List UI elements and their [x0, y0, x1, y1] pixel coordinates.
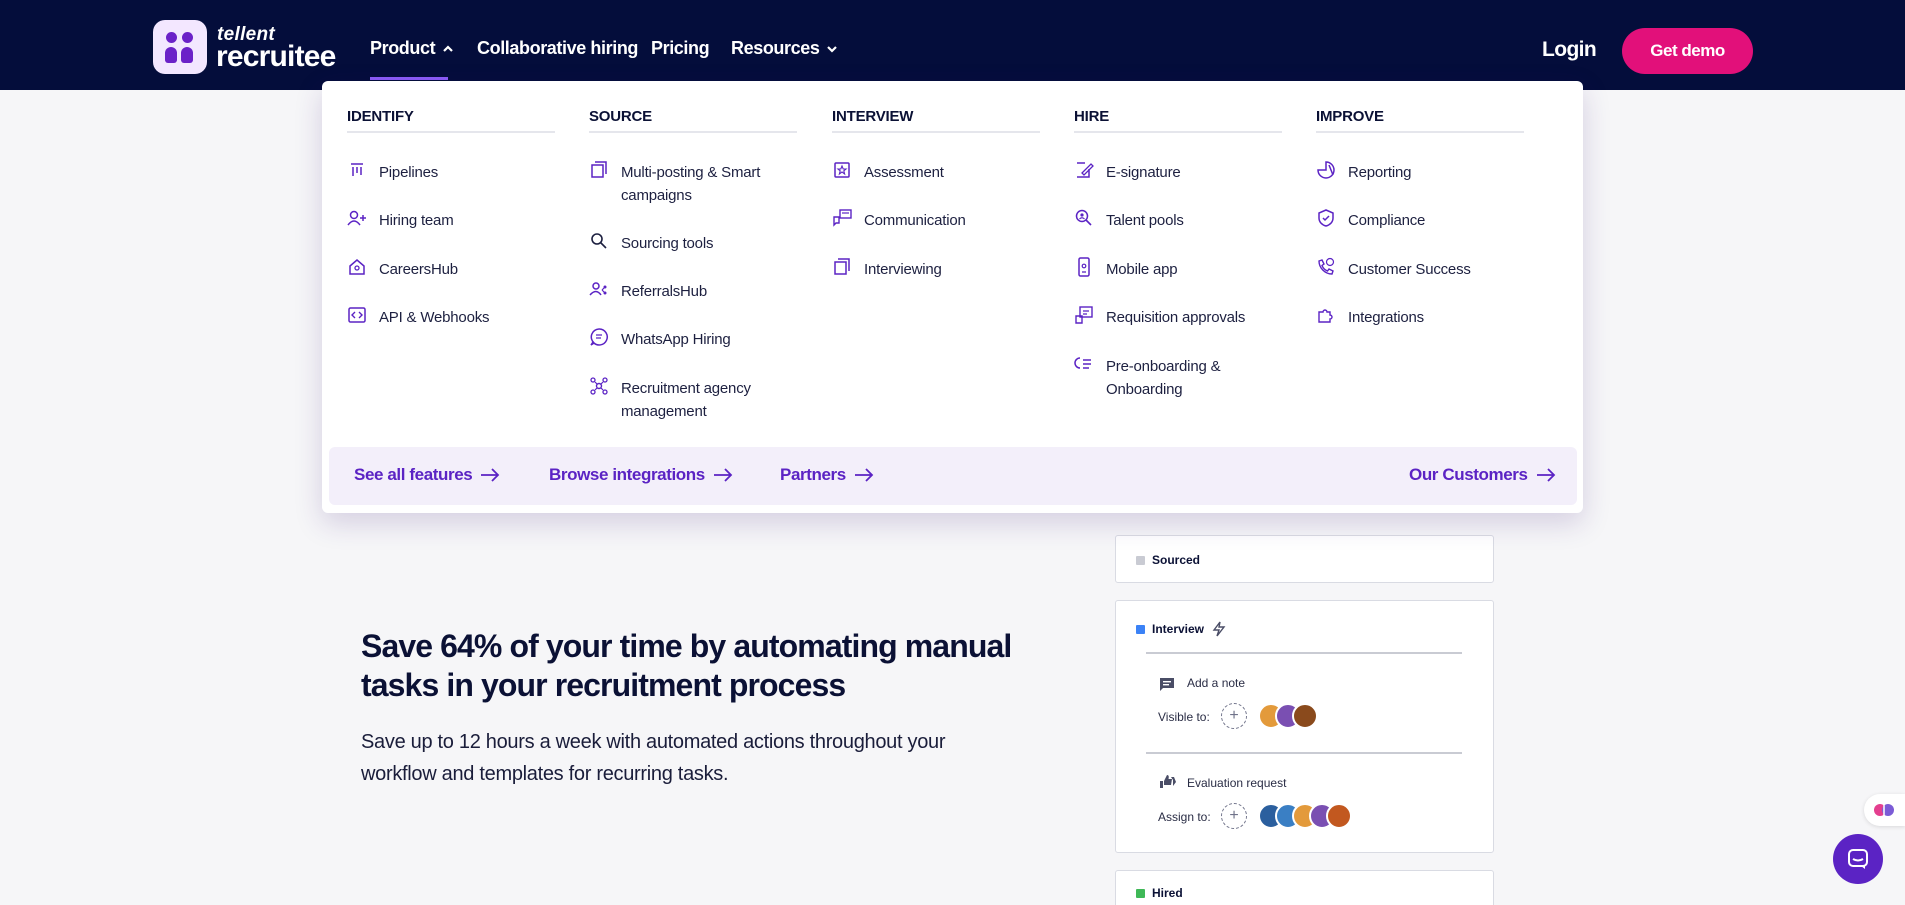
note-icon — [1160, 678, 1174, 691]
menu-footer: See all features Browse integrations Par… — [329, 447, 1577, 505]
approval-icon — [1074, 305, 1094, 325]
arrow-right-icon — [854, 468, 874, 482]
arrow-right-icon — [713, 468, 733, 482]
menu-item-whatsapp-hiring[interactable]: WhatsApp Hiring — [589, 328, 799, 351]
menu-item-api-webhooks[interactable]: API & Webhooks — [347, 306, 557, 329]
feature-headline: Save 64% of your time by automating manu… — [361, 628, 1012, 703]
brain-icon — [1874, 804, 1894, 816]
get-demo-button[interactable]: Get demo — [1622, 28, 1753, 74]
mobile-icon — [1074, 257, 1094, 277]
search-person-icon — [1074, 208, 1094, 228]
nav-collaborative-hiring[interactable]: Collaborative hiring — [477, 38, 638, 59]
arrow-right-icon — [1536, 468, 1555, 482]
nav-pricing[interactable]: Pricing — [651, 38, 710, 59]
add-note-label: Add a note — [1187, 676, 1246, 690]
thumbs-icon — [1160, 775, 1176, 788]
stage-card-sourced: Sourced — [1115, 535, 1494, 583]
menu-item-multi-posting[interactable]: Multi-posting & Smart campaigns — [589, 161, 799, 207]
stage-label-hired: Hired — [1152, 886, 1183, 900]
partners-link[interactable]: Partners — [780, 465, 874, 485]
assign-to-label: Assign to: — [1158, 810, 1211, 824]
add-person-icon — [347, 208, 367, 228]
brain-widget-button[interactable] — [1864, 794, 1905, 826]
chat-icon — [589, 327, 609, 347]
careers-home-icon — [347, 257, 367, 277]
message-icon — [832, 208, 852, 228]
column-heading: IMPROVE — [1316, 108, 1524, 133]
stage-card-hired: Hired — [1115, 870, 1494, 905]
site-header: tellent recruitee Product Collaborative … — [0, 0, 1905, 90]
menu-item-pipelines[interactable]: Pipelines — [347, 161, 557, 184]
stage-color-marker — [1136, 888, 1145, 898]
column-heading: INTERVIEW — [832, 108, 1040, 133]
visible-to-label: Visible to: — [1158, 710, 1210, 724]
menu-item-integrations[interactable]: Integrations — [1316, 306, 1526, 329]
copy-icon — [589, 160, 609, 180]
puzzle-icon — [1316, 305, 1336, 325]
column-heading: IDENTIFY — [347, 108, 555, 133]
avatar — [1292, 703, 1318, 729]
network-icon — [589, 376, 609, 396]
referral-icon — [589, 279, 609, 299]
pipelines-icon — [347, 160, 367, 180]
stage-label-sourced: Sourced — [1152, 553, 1201, 567]
chevron-up-icon — [443, 45, 453, 52]
menu-item-assessment[interactable]: Assessment — [832, 161, 1042, 184]
pie-chart-icon — [1316, 160, 1336, 180]
nav-product[interactable]: Product — [370, 38, 454, 59]
stage-color-marker — [1136, 624, 1145, 634]
sign-icon — [1074, 160, 1094, 180]
browse-integrations-link[interactable]: Browse integrations — [549, 465, 733, 485]
copy-icon — [832, 257, 852, 277]
add-assignee-button[interactable]: + — [1221, 803, 1247, 829]
menu-item-e-signature[interactable]: E-signature — [1074, 161, 1284, 184]
nav-resources[interactable]: Resources — [731, 38, 838, 59]
shield-check-icon — [1316, 208, 1336, 228]
brand-recruitee[interactable]: recruitee — [216, 40, 336, 74]
menu-item-communication[interactable]: Communication — [832, 209, 1042, 232]
our-customers-link[interactable]: Our Customers — [1409, 465, 1556, 485]
add-viewer-button[interactable]: + — [1221, 703, 1247, 729]
column-heading: HIRE — [1074, 108, 1282, 133]
search-icon — [589, 231, 609, 251]
checklist-icon — [1074, 354, 1094, 374]
nav-active-indicator — [370, 77, 448, 80]
menu-item-referralshub[interactable]: ReferralsHub — [589, 280, 799, 303]
recruitee-logo[interactable] — [153, 20, 207, 74]
chat-launcher-button[interactable] — [1833, 834, 1883, 884]
chat-icon — [1848, 849, 1868, 869]
divider — [1146, 652, 1462, 654]
login-link[interactable]: Login — [1542, 38, 1597, 62]
stage-color-marker — [1136, 555, 1145, 565]
star-box-icon — [832, 160, 852, 180]
menu-item-reporting[interactable]: Reporting — [1316, 161, 1526, 184]
chevron-down-icon — [827, 46, 837, 53]
stage-card-interview: Interview Add a note Visible to: + Evalu… — [1115, 600, 1494, 853]
menu-item-recruitment-agency-management[interactable]: Recruitment agency management — [589, 377, 799, 423]
phone-support-icon — [1316, 257, 1336, 277]
avatar — [1326, 803, 1352, 829]
menu-item-talent-pools[interactable]: Talent pools — [1074, 209, 1284, 232]
stage-label-interview: Interview — [1152, 622, 1205, 636]
code-icon — [347, 305, 367, 325]
menu-item-pre-onboarding[interactable]: Pre-onboarding & Onboarding — [1074, 355, 1284, 401]
menu-item-requisition-approvals[interactable]: Requisition approvals — [1074, 306, 1284, 329]
menu-item-hiring-team[interactable]: Hiring team — [347, 209, 557, 232]
menu-item-interviewing[interactable]: Interviewing — [832, 258, 1042, 281]
menu-item-customer-success[interactable]: Customer Success — [1316, 257, 1526, 281]
column-heading: SOURCE — [589, 108, 797, 133]
arrow-right-icon — [481, 468, 500, 482]
menu-item-compliance[interactable]: Compliance — [1316, 209, 1526, 232]
feature-subtext: Save up to 12 hours a week with automate… — [361, 731, 946, 785]
evaluation-request-label: Evaluation request — [1187, 776, 1287, 790]
menu-item-careershub[interactable]: CareersHub — [347, 258, 557, 281]
menu-item-sourcing-tools[interactable]: Sourcing tools — [589, 232, 799, 255]
menu-item-mobile-app[interactable]: Mobile app — [1074, 257, 1284, 281]
see-all-features-link[interactable]: See all features — [354, 465, 500, 485]
divider — [1146, 752, 1462, 754]
product-mega-menu: IDENTIFY Pipelines Hiring team CareersHu… — [322, 81, 1583, 513]
lightning-icon — [1212, 621, 1226, 637]
